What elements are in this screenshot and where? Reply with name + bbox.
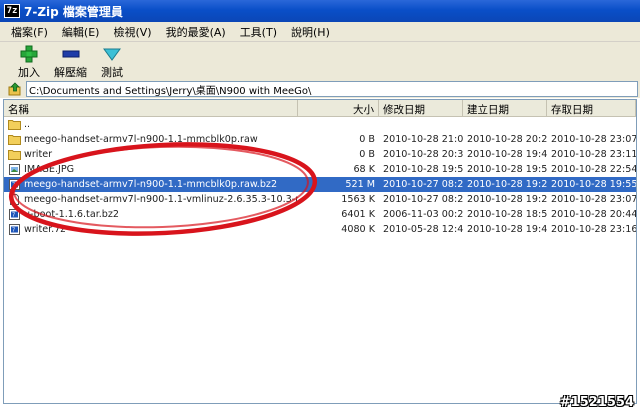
- file-created: 2010-10-28 19:26: [467, 194, 547, 205]
- file-modified: 2010-10-28 19:57: [383, 164, 463, 175]
- column-header-size[interactable]: 大小: [298, 100, 379, 116]
- file-row[interactable]: writer 0 B 2010-10-28 20:33 2010-10-28 1…: [4, 147, 636, 162]
- file-modified: 2006-11-03 00:26: [383, 209, 463, 220]
- menu-tools[interactable]: 工具(T): [233, 24, 284, 40]
- file-created: 2010-10-28 18:52: [467, 209, 547, 220]
- column-header-row: 名稱 大小 修改日期 建立日期 存取日期: [4, 100, 636, 117]
- window-title-bar[interactable]: 7z 7-Zip 檔案管理員: [0, 0, 640, 22]
- address-bar: [0, 80, 640, 98]
- file-size: 6401 K: [341, 209, 375, 220]
- minus-icon: [61, 45, 81, 63]
- file-row-selected[interactable]: 7 meego-handset-armv7l-n900-1.1-mmcblk0p.…: [4, 177, 636, 192]
- menu-favorites[interactable]: 我的最愛(A): [159, 24, 233, 40]
- file-list[interactable]: 名稱 大小 修改日期 建立日期 存取日期 .. meego-handset-ar…: [3, 99, 637, 404]
- folder-icon: [8, 149, 21, 160]
- file-accessed: 2010-10-28 19:55: [551, 179, 636, 190]
- file-created: 2010-10-28 19:48: [467, 224, 547, 235]
- svg-text:7: 7: [12, 228, 15, 234]
- file-accessed: 2010-10-28 23:07: [551, 194, 636, 205]
- test-label: 測試: [101, 66, 123, 79]
- file-size: 68 K: [353, 164, 375, 175]
- plus-icon: [19, 45, 39, 63]
- file-name: writer.7z: [24, 224, 66, 235]
- file-row[interactable]: 7 u-boot-1.1.6.tar.bz2 6401 K 2006-11-03 …: [4, 207, 636, 222]
- menu-edit[interactable]: 編輯(E): [55, 24, 107, 40]
- file-size: 1563 K: [341, 194, 375, 205]
- file-accessed: 2010-10-28 23:16: [551, 224, 636, 235]
- address-input[interactable]: [26, 81, 638, 97]
- extract-label: 解壓縮: [54, 66, 87, 79]
- file-icon: [8, 194, 21, 205]
- extract-button[interactable]: 解壓縮: [54, 42, 87, 80]
- svg-text:7: 7: [12, 213, 15, 219]
- add-label: 加入: [18, 66, 40, 79]
- file-modified: 2010-10-27 08:26: [383, 179, 463, 190]
- file-row[interactable]: IMAGE.JPG 68 K 2010-10-28 19:57 2010-10-…: [4, 162, 636, 177]
- file-name: u-boot-1.1.6.tar.bz2: [24, 209, 120, 220]
- file-size: 0 B: [359, 134, 375, 145]
- file-row[interactable]: meego-handset-armv7l-n900-1.1-mmcblk0p.r…: [4, 132, 636, 147]
- add-button[interactable]: 加入: [18, 42, 40, 80]
- folder-icon: [8, 119, 21, 130]
- file-size: 0 B: [359, 149, 375, 160]
- file-created: 2010-10-28 19:57: [467, 164, 547, 175]
- file-accessed: 2010-10-28 22:54: [551, 164, 636, 175]
- checkmark-icon: [102, 45, 122, 63]
- watermark-text: #1521554: [559, 395, 634, 410]
- file-modified: 2010-10-27 08:26: [383, 194, 463, 205]
- file-size: 521 M: [345, 179, 375, 190]
- file-modified: 2010-10-28 20:33: [383, 149, 463, 160]
- file-accessed: 2010-10-28 20:44: [551, 209, 636, 220]
- folder-up-icon[interactable]: [8, 82, 22, 96]
- column-header-created[interactable]: 建立日期: [463, 100, 547, 116]
- file-accessed: 2010-10-28 23:11: [551, 149, 636, 160]
- file-modified: 2010-05-28 12:44: [383, 224, 463, 235]
- file-created: 2010-10-28 19:49: [467, 149, 547, 160]
- menu-view[interactable]: 檢視(V): [106, 24, 158, 40]
- file-created: 2010-10-28 19:21: [467, 179, 547, 190]
- archive-file-icon: 7: [8, 209, 21, 220]
- file-row[interactable]: 7 writer.7z 4080 K 2010-05-28 12:44 2010-…: [4, 222, 636, 237]
- file-modified: 2010-10-28 21:03: [383, 134, 463, 145]
- file-accessed: 2010-10-28 23:07: [551, 134, 636, 145]
- toolbar: 加入 解壓縮 測試: [0, 42, 640, 80]
- app-logo-icon: 7z: [4, 4, 20, 18]
- test-button[interactable]: 測試: [101, 42, 123, 80]
- window-title: 7-Zip 檔案管理員: [24, 4, 123, 19]
- file-created: 2010-10-28 20:29: [467, 134, 547, 145]
- file-name: meego-handset-armv7l-n900-1.1-mmcblk0p.r…: [24, 134, 258, 145]
- folder-icon: [8, 134, 21, 145]
- archive-file-icon: 7: [8, 179, 21, 190]
- menu-bar: 檔案(F) 編輯(E) 檢視(V) 我的最愛(A) 工具(T) 說明(H): [0, 22, 640, 42]
- file-row[interactable]: meego-handset-armv7l-n900-1.1-vmlinuz-2.…: [4, 192, 636, 207]
- column-header-accessed[interactable]: 存取日期: [547, 100, 636, 116]
- file-name: ..: [24, 119, 31, 130]
- column-header-modified[interactable]: 修改日期: [379, 100, 463, 116]
- column-header-name[interactable]: 名稱: [4, 100, 298, 116]
- image-file-icon: [8, 164, 21, 175]
- menu-file[interactable]: 檔案(F): [4, 24, 55, 40]
- menu-help[interactable]: 說明(H): [284, 24, 337, 40]
- file-name: meego-handset-armv7l-n900-1.1-mmcblk0p.r…: [24, 179, 278, 190]
- file-name: writer: [24, 149, 53, 160]
- file-name: meego-handset-armv7l-n900-1.1-vmlinuz-2.…: [24, 194, 298, 205]
- file-size: 4080 K: [341, 224, 375, 235]
- file-name: IMAGE.JPG: [24, 164, 75, 175]
- file-row-parent[interactable]: ..: [4, 117, 636, 132]
- svg-text:7: 7: [12, 183, 15, 189]
- archive-file-icon: 7: [8, 224, 21, 235]
